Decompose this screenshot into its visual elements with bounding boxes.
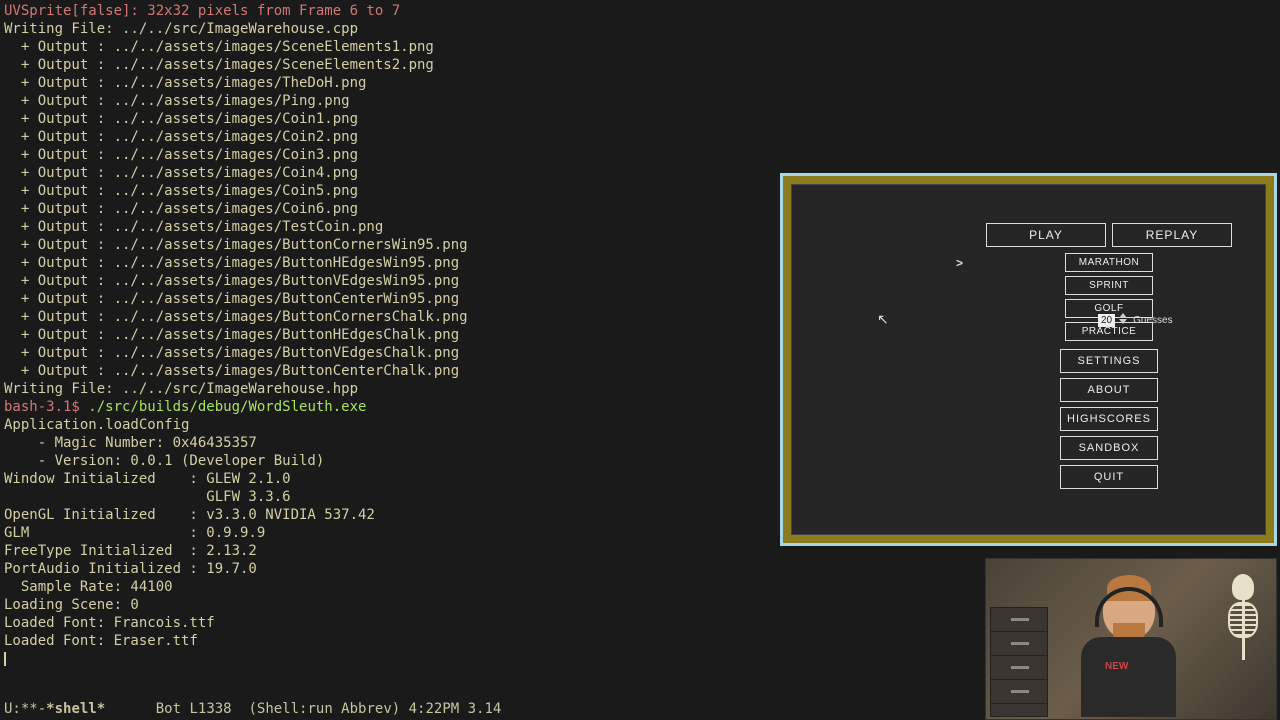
chevron-up-icon[interactable] (1119, 313, 1127, 318)
log-line: GLM : 0.9.9.9 (4, 525, 265, 541)
guesses-spinner[interactable] (1119, 313, 1129, 327)
guesses-label: Guesses (1133, 315, 1172, 326)
marathon-button[interactable]: MARATHON (1065, 253, 1153, 272)
shell-prompt: bash-3.1$ (4, 399, 88, 415)
game-mouse-cursor: ↖ (877, 311, 889, 328)
log-line: + Output : ../../assets/images/ButtonHEd… (4, 327, 459, 343)
log-line: Window Initialized : GLEW 2.1.0 (4, 471, 291, 487)
log-line: + Output : ../../assets/images/ButtonVEd… (4, 345, 459, 361)
log-line: + Output : ../../assets/images/Coin2.png (4, 129, 358, 145)
play-button[interactable]: PLAY (986, 223, 1106, 247)
webcam-feed: NEW (985, 558, 1277, 720)
quit-button[interactable]: QUIT (1060, 465, 1158, 489)
settings-button[interactable]: SETTINGS (1060, 349, 1158, 373)
shell-command: ./src/builds/debug/WordSleuth.exe (88, 399, 366, 415)
log-line: + Output : ../../assets/images/Coin6.png (4, 201, 358, 217)
log-line: + Output : ../../assets/images/TheDoH.pn… (4, 75, 366, 91)
log-line: + Output : ../../assets/images/ButtonCen… (4, 291, 459, 307)
sprint-button[interactable]: SPRINT (1065, 276, 1153, 295)
log-line: FreeType Initialized : 2.13.2 (4, 543, 257, 559)
log-line: + Output : ../../assets/images/ButtonCen… (4, 363, 459, 379)
log-line: GLFW 3.3.6 (4, 489, 291, 505)
log-line: + Output : ../../assets/images/Ping.png (4, 93, 350, 109)
chevron-down-icon[interactable] (1119, 319, 1127, 324)
log-line: Writing File: ../../src/ImageWarehouse.c… (4, 21, 358, 37)
game-window: ↖ PLAY REPLAY > MARATHON SPRINT GOLF PRA… (780, 173, 1277, 546)
guesses-value[interactable]: 20 (1098, 314, 1115, 327)
log-line: + Output : ../../assets/images/TestCoin.… (4, 219, 383, 235)
log-line: + Output : ../../assets/images/ButtonVEd… (4, 273, 459, 289)
replay-button[interactable]: REPLAY (1112, 223, 1232, 247)
log-line: + Output : ../../assets/images/SceneElem… (4, 39, 434, 55)
modeline-info: Bot L1338 (Shell:run Abbrev) 4:22PM 3.14 (105, 701, 501, 717)
shirt-text: NEW (1105, 661, 1128, 672)
log-line: UVSprite[false]: 32x32 pixels from Frame… (4, 3, 400, 19)
log-line: Loaded Font: Francois.ttf (4, 615, 215, 631)
log-line: PortAudio Initialized : 19.7.0 (4, 561, 257, 577)
log-line: Sample Rate: 44100 (4, 579, 173, 595)
log-line: + Output : ../../assets/images/ButtonCor… (4, 309, 468, 325)
log-line: Application.loadConfig (4, 417, 189, 433)
about-button[interactable]: ABOUT (1060, 378, 1158, 402)
log-line: + Output : ../../assets/images/Coin3.png (4, 147, 358, 163)
sandbox-button[interactable]: SANDBOX (1060, 436, 1158, 460)
modeline-status: U:**- (4, 701, 46, 717)
headset-icon (1095, 587, 1163, 627)
log-line: Writing File: ../../src/ImageWarehouse.h… (4, 381, 358, 397)
log-line: + Output : ../../assets/images/Coin1.png (4, 111, 358, 127)
cabinet (990, 607, 1048, 717)
log-line: - Version: 0.0.1 (Developer Build) (4, 453, 324, 469)
selection-caret-icon: > (956, 256, 963, 270)
game-canvas[interactable]: ↖ PLAY REPLAY > MARATHON SPRINT GOLF PRA… (791, 184, 1266, 535)
skeleton-prop (1218, 574, 1268, 714)
log-line: OpenGL Initialized : v3.3.0 NVIDIA 537.4… (4, 507, 375, 523)
log-line: + Output : ../../assets/images/Coin4.png (4, 165, 358, 181)
log-line: Loaded Font: Eraser.ttf (4, 633, 198, 649)
modeline-buffer: *shell* (46, 701, 105, 717)
log-line: + Output : ../../assets/images/ButtonHEd… (4, 255, 459, 271)
person: NEW (1081, 581, 1176, 719)
log-line: + Output : ../../assets/images/SceneElem… (4, 57, 434, 73)
guesses-control: 20 Guesses (1098, 313, 1173, 327)
log-line: + Output : ../../assets/images/ButtonCor… (4, 237, 468, 253)
log-line: + Output : ../../assets/images/Coin5.png (4, 183, 358, 199)
highscores-button[interactable]: HIGHSCORES (1060, 407, 1158, 431)
text-cursor (4, 652, 6, 666)
log-line: Loading Scene: 0 (4, 597, 139, 613)
log-line: - Magic Number: 0x46435357 (4, 435, 257, 451)
